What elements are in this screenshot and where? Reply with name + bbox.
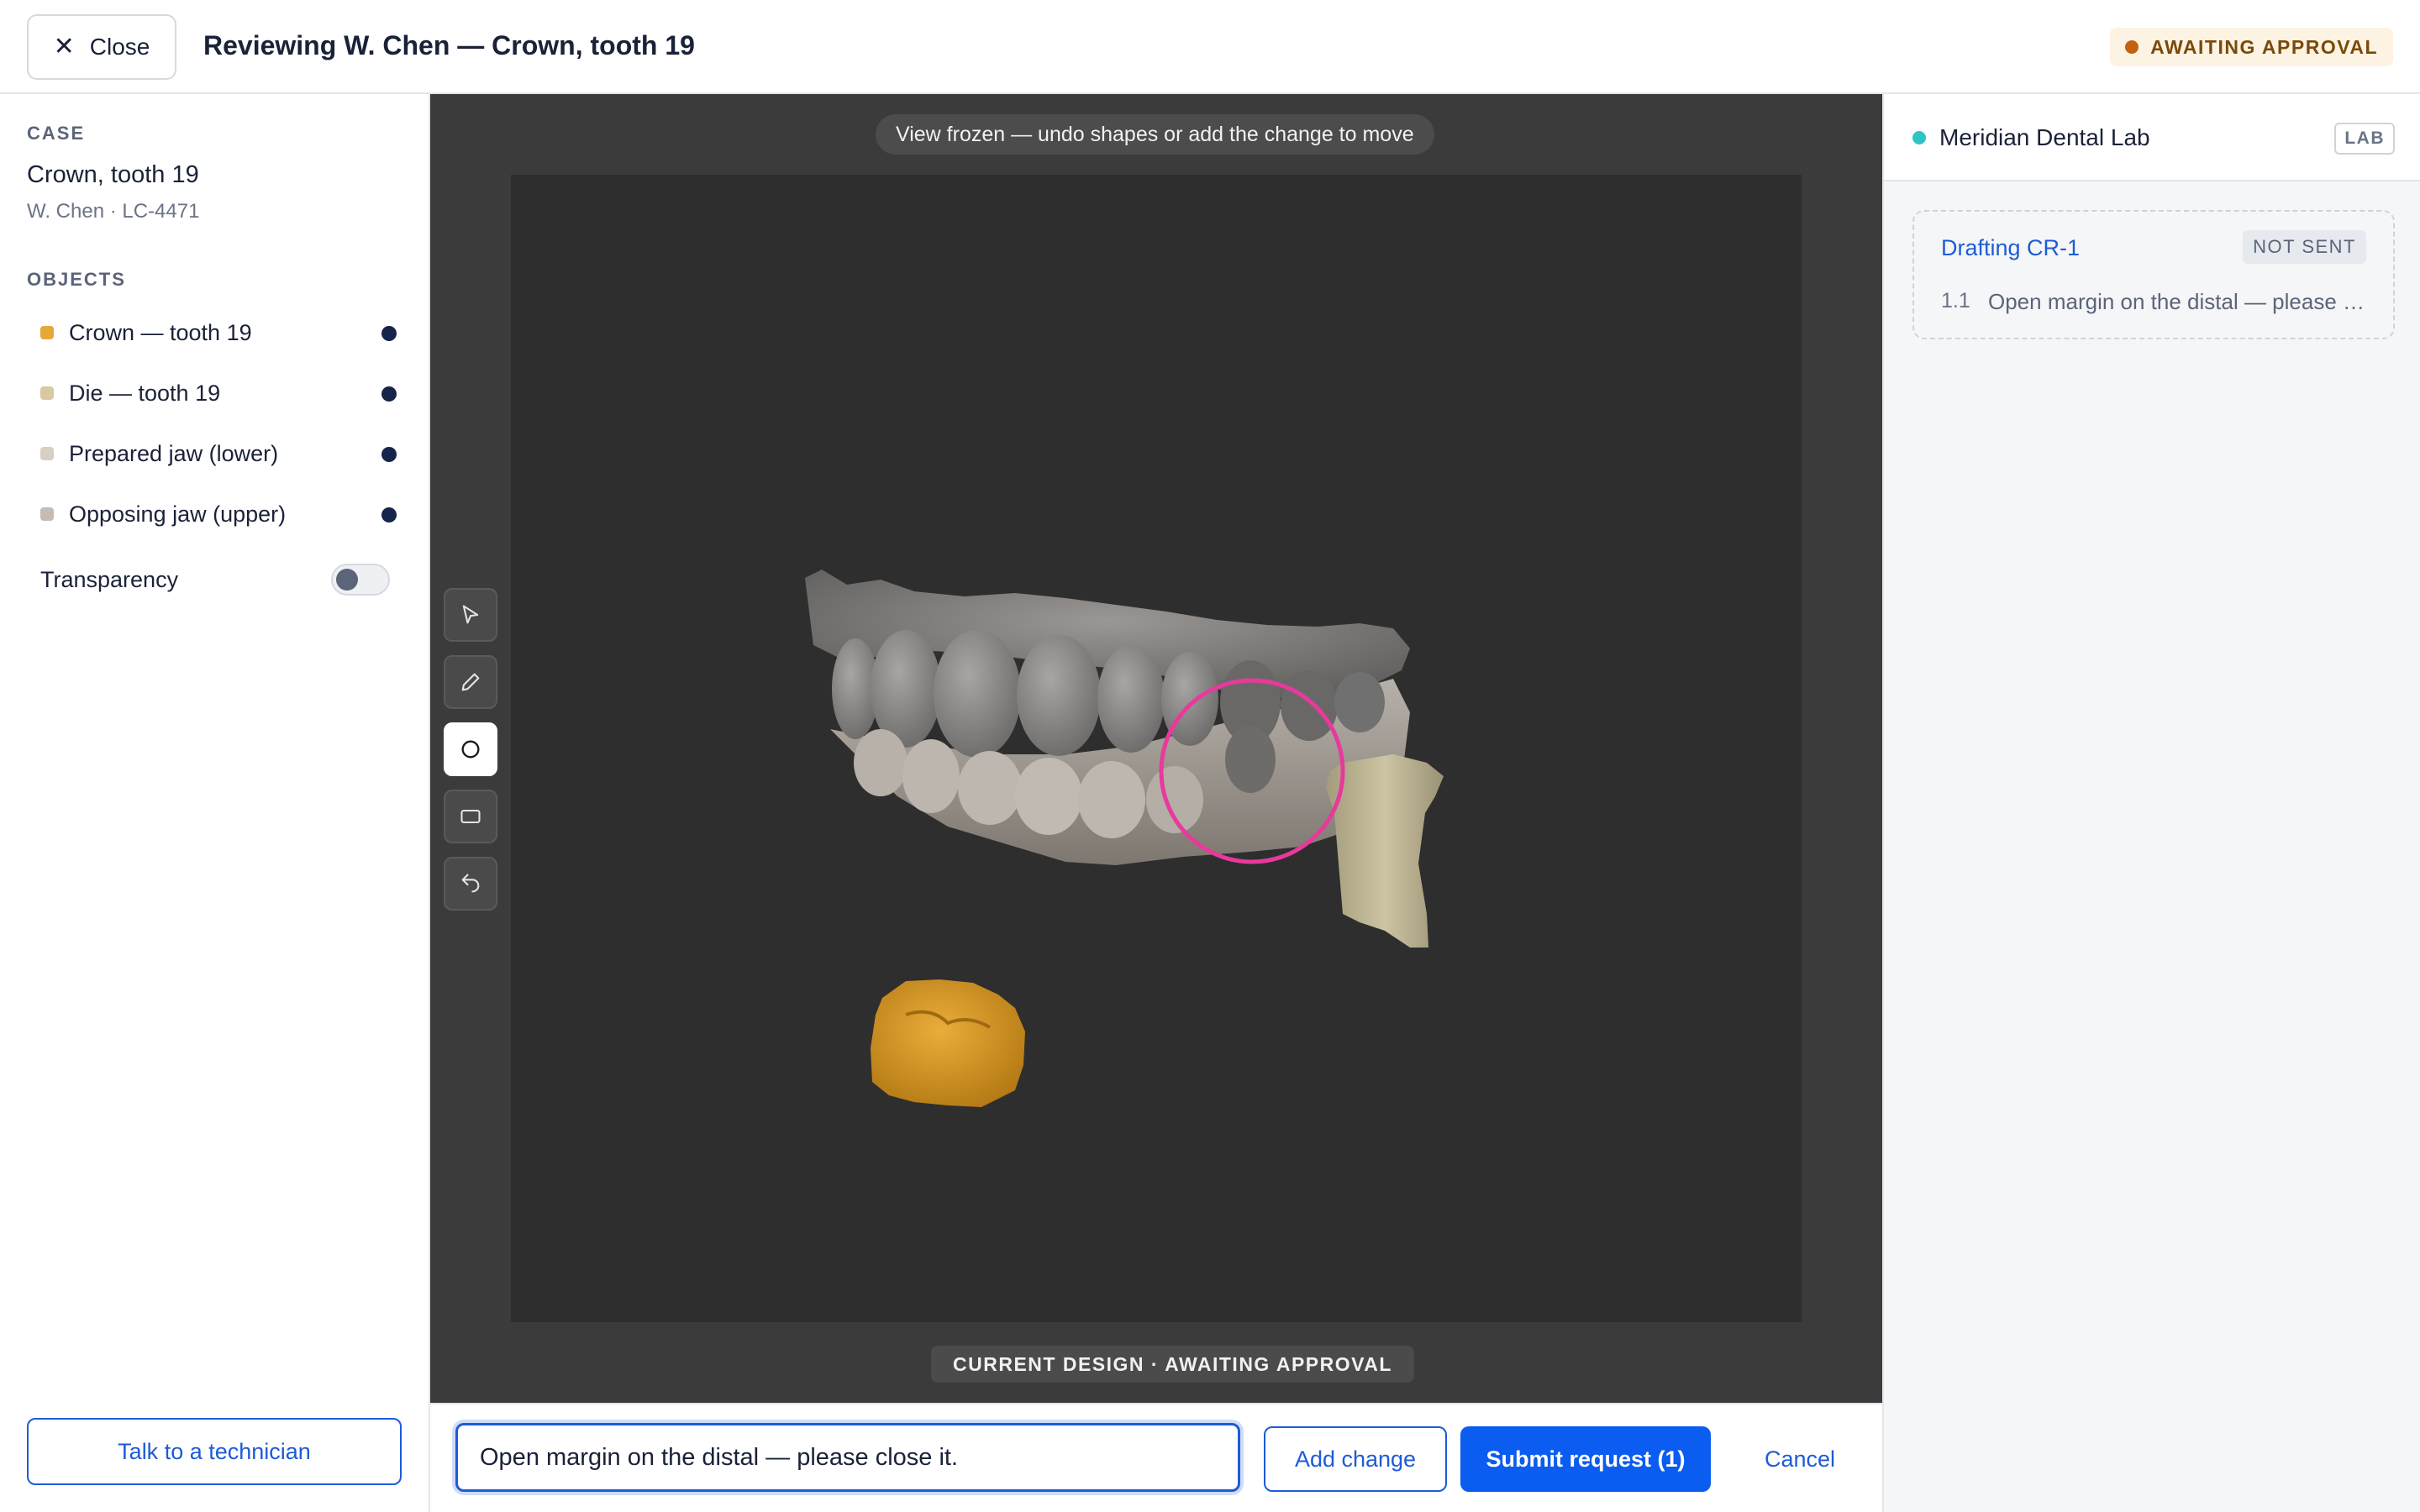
- toggle-knob: [336, 569, 358, 591]
- draw-tool-button[interactable]: [444, 655, 497, 709]
- rectangle-tool-button[interactable]: [444, 790, 497, 843]
- lab-tag: LAB: [2334, 123, 2395, 155]
- circle-icon: [461, 740, 480, 759]
- die-swatch: [40, 386, 54, 400]
- dental-model-render: [805, 570, 1444, 1107]
- lab-panel: Meridian Dental Lab LAB Drafting CR-1 NO…: [1882, 94, 2420, 1512]
- cancel-button[interactable]: Cancel: [1731, 1426, 1869, 1492]
- status-badge-label: AWAITING APPROVAL: [2150, 35, 2378, 58]
- object-item-prepared-jaw[interactable]: Prepared jaw (lower): [27, 428, 397, 479]
- transparency-row: Transparency: [40, 561, 390, 598]
- draft-request-card[interactable]: Drafting CR-1 NOT SENT 1.1 Open margin o…: [1912, 210, 2395, 339]
- object-item-crown[interactable]: Crown — tooth 19: [27, 307, 397, 358]
- object-label: Crown — tooth 19: [69, 319, 252, 345]
- case-subtitle: W. Chen · LC-4471: [27, 200, 200, 223]
- talk-to-technician-button[interactable]: Talk to a technician: [27, 1418, 402, 1485]
- add-change-button[interactable]: Add change: [1264, 1426, 1447, 1492]
- draft-item-text: Open margin on the distal — please close…: [1988, 289, 2375, 314]
- change-composer: Add change Submit request (1) Cancel: [430, 1403, 1882, 1512]
- draft-item-number: 1.1: [1941, 289, 1970, 312]
- undo-icon: [461, 874, 480, 893]
- visibility-dot-icon[interactable]: [381, 447, 397, 462]
- case-title: Crown, tooth 19: [27, 161, 199, 188]
- close-button-label: Close: [89, 34, 150, 60]
- left-sidebar: CASE Crown, tooth 19 W. Chen · LC-4471 O…: [0, 94, 430, 1512]
- select-tool-button[interactable]: [444, 588, 497, 642]
- lab-status-dot-icon: [1912, 131, 1926, 144]
- crown-swatch: [40, 326, 54, 339]
- transparency-toggle[interactable]: [331, 564, 390, 596]
- pointer-icon: [462, 605, 479, 624]
- undo-tool-button[interactable]: [444, 857, 497, 911]
- rectangle-icon: [460, 809, 481, 824]
- object-label: Opposing jaw (upper): [69, 501, 287, 527]
- top-bar: ✕ Close Reviewing W. Chen — Crown, tooth…: [0, 0, 2420, 94]
- design-status-label: CURRENT DESIGN · AWAITING APPROVAL: [931, 1346, 1414, 1383]
- object-label: Die — tooth 19: [69, 380, 221, 406]
- close-icon: ✕: [53, 33, 75, 60]
- view-frozen-notice: View frozen — undo shapes or add the cha…: [876, 114, 1434, 155]
- draft-status-badge: NOT SENT: [2243, 230, 2366, 264]
- circle-tool-button[interactable]: [444, 722, 497, 776]
- visibility-dot-icon[interactable]: [381, 326, 397, 341]
- annotation-toolbar: [444, 588, 497, 924]
- lab-header: Meridian Dental Lab LAB: [1884, 94, 2420, 181]
- object-item-die[interactable]: Die — tooth 19: [27, 368, 397, 418]
- object-item-opposing-jaw[interactable]: Opposing jaw (upper): [27, 489, 397, 539]
- object-label: Prepared jaw (lower): [69, 440, 279, 466]
- 3d-viewer: View frozen — undo shapes or add the cha…: [430, 94, 1882, 1403]
- status-badge: AWAITING APPROVAL: [2110, 28, 2393, 66]
- submit-request-button[interactable]: Submit request (1): [1460, 1426, 1711, 1492]
- change-description-input[interactable]: [455, 1423, 1240, 1492]
- status-dot-icon: [2125, 40, 2139, 54]
- model-canvas[interactable]: [511, 175, 1802, 1322]
- lab-name: Meridian Dental Lab: [1939, 124, 2150, 150]
- opposing-jaw-swatch: [40, 507, 54, 521]
- transparency-label: Transparency: [40, 566, 179, 592]
- visibility-dot-icon[interactable]: [381, 507, 397, 522]
- visibility-dot-icon[interactable]: [381, 386, 397, 402]
- close-button[interactable]: ✕ Close: [27, 14, 176, 80]
- pencil-icon: [461, 673, 480, 691]
- case-heading: CASE: [27, 123, 86, 144]
- prepared-jaw-swatch: [40, 447, 54, 460]
- draft-title: Drafting CR-1: [1941, 235, 2081, 260]
- objects-heading: OBJECTS: [27, 269, 126, 290]
- page-title: Reviewing W. Chen — Crown, tooth 19: [203, 30, 695, 60]
